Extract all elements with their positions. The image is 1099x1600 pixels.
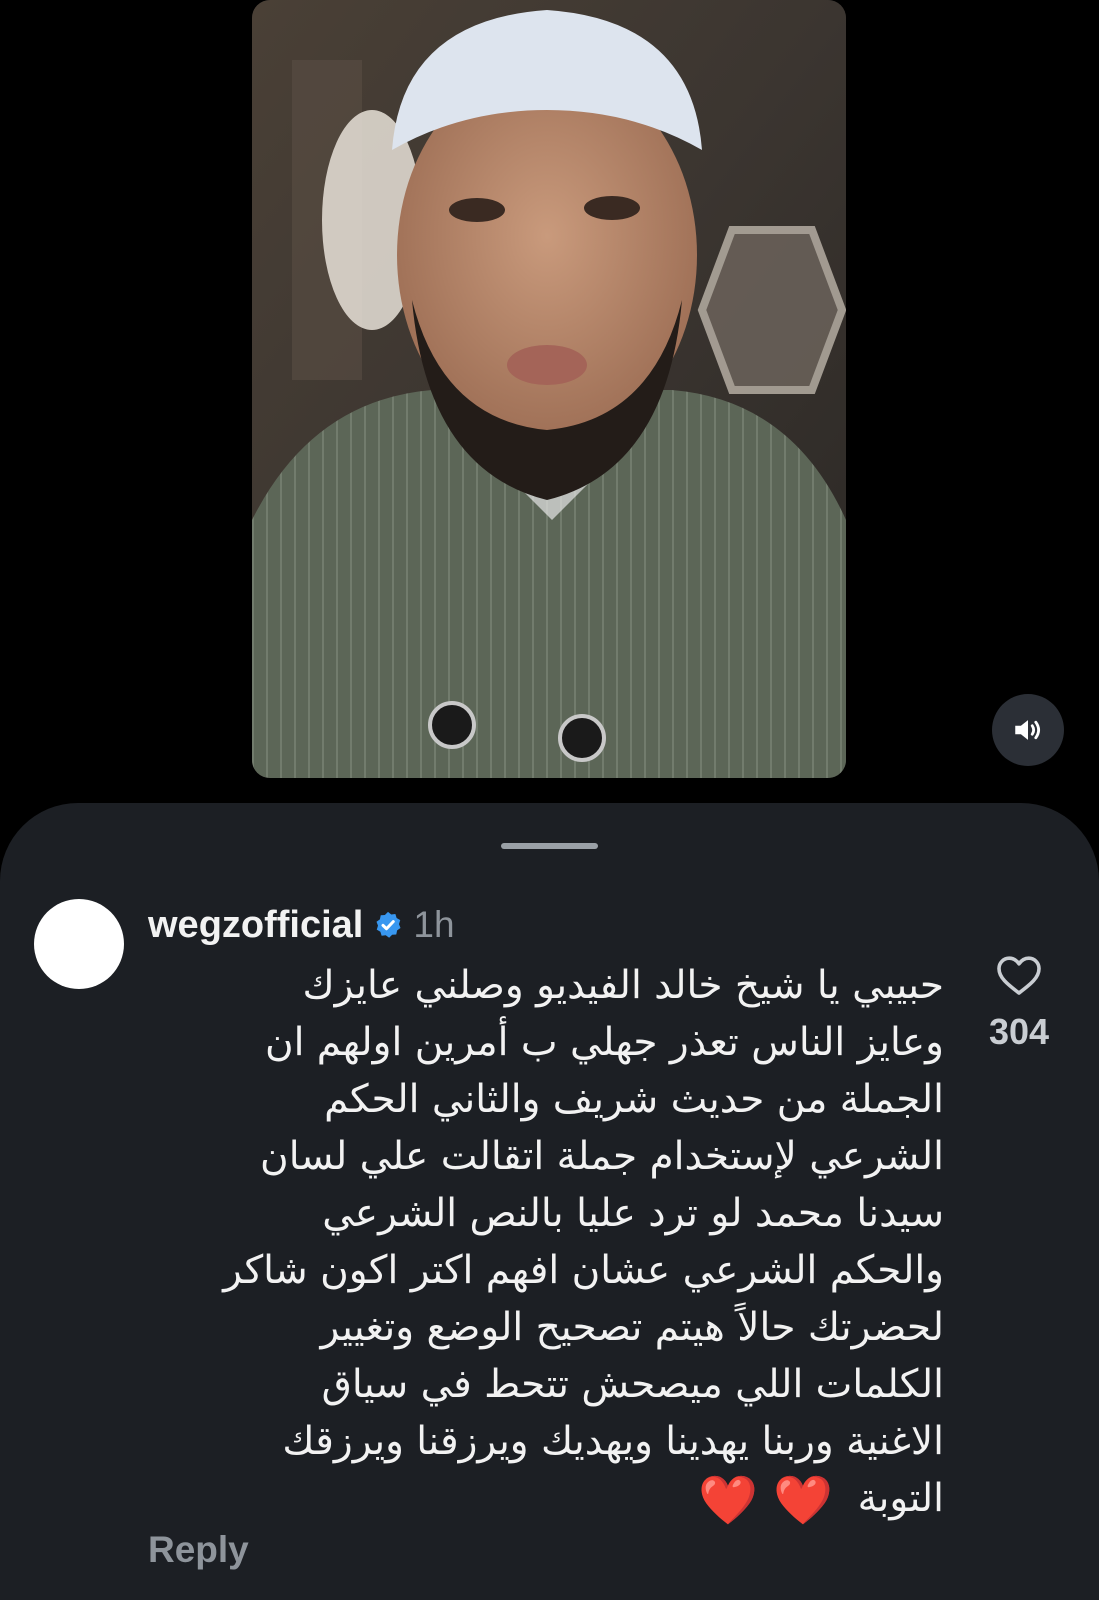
- avatar[interactable]: [34, 899, 124, 989]
- like-count: 304: [988, 1011, 1050, 1052]
- comment-line: الكلمات اللي ميصحش تتحط في سياق: [321, 1362, 944, 1407]
- comment-username[interactable]: wegzofficial: [148, 904, 363, 947]
- reply-button[interactable]: Reply: [148, 1529, 249, 1571]
- comment-line: سيدنا محمد لو ترد عليا بالنص الشرعي: [322, 1191, 944, 1236]
- comment-header: wegzofficial 1h: [148, 899, 455, 951]
- comment-line-last: التوبة ❤️ ❤️: [202, 1470, 944, 1527]
- comment-line: وعايز الناس تعذر جهلي ب أمرين اولهم ان: [264, 1020, 944, 1065]
- comment-line: الشرعي لإستخدام جملة اتقالت علي لسان: [260, 1134, 944, 1179]
- comment-line: الجملة من حديث شريف والثاني الحكم: [324, 1077, 944, 1122]
- sheet-drag-handle[interactable]: [501, 843, 598, 849]
- speaker-volume-icon: [1015, 720, 1041, 740]
- comment-line: التوبة: [857, 1476, 944, 1521]
- heart-emoji-icon: ❤️ ❤️: [698, 1472, 833, 1529]
- comments-sheet: wegzofficial 1h حبيبي يا شيخ خالد الفيدي…: [0, 803, 1099, 1600]
- comment-line: لحضرتك حالاً هيتم تصحيح الوضع وتغيير: [320, 1305, 945, 1350]
- comment-body: حبيبي يا شيخ خالد الفيديو وصلني عايزك وع…: [144, 957, 944, 1527]
- comment-line: والحكم الشرعي عشان افهم اكتر اكون شاكر: [223, 1248, 944, 1293]
- comment-line: الاغنية وربنا يهدينا ويهديك ويرزقنا ويرز…: [282, 1419, 944, 1464]
- comment-timestamp: 1h: [413, 904, 455, 945]
- mute-toggle-button[interactable]: [992, 694, 1064, 766]
- comment-line: حبيبي يا شيخ خالد الفيديو وصلني عايزك: [302, 963, 944, 1008]
- video-frame-image: [252, 0, 846, 778]
- heart-outline-icon[interactable]: [995, 953, 1043, 997]
- verified-badge-icon: [376, 911, 401, 938]
- video-thumbnail[interactable]: [252, 0, 846, 778]
